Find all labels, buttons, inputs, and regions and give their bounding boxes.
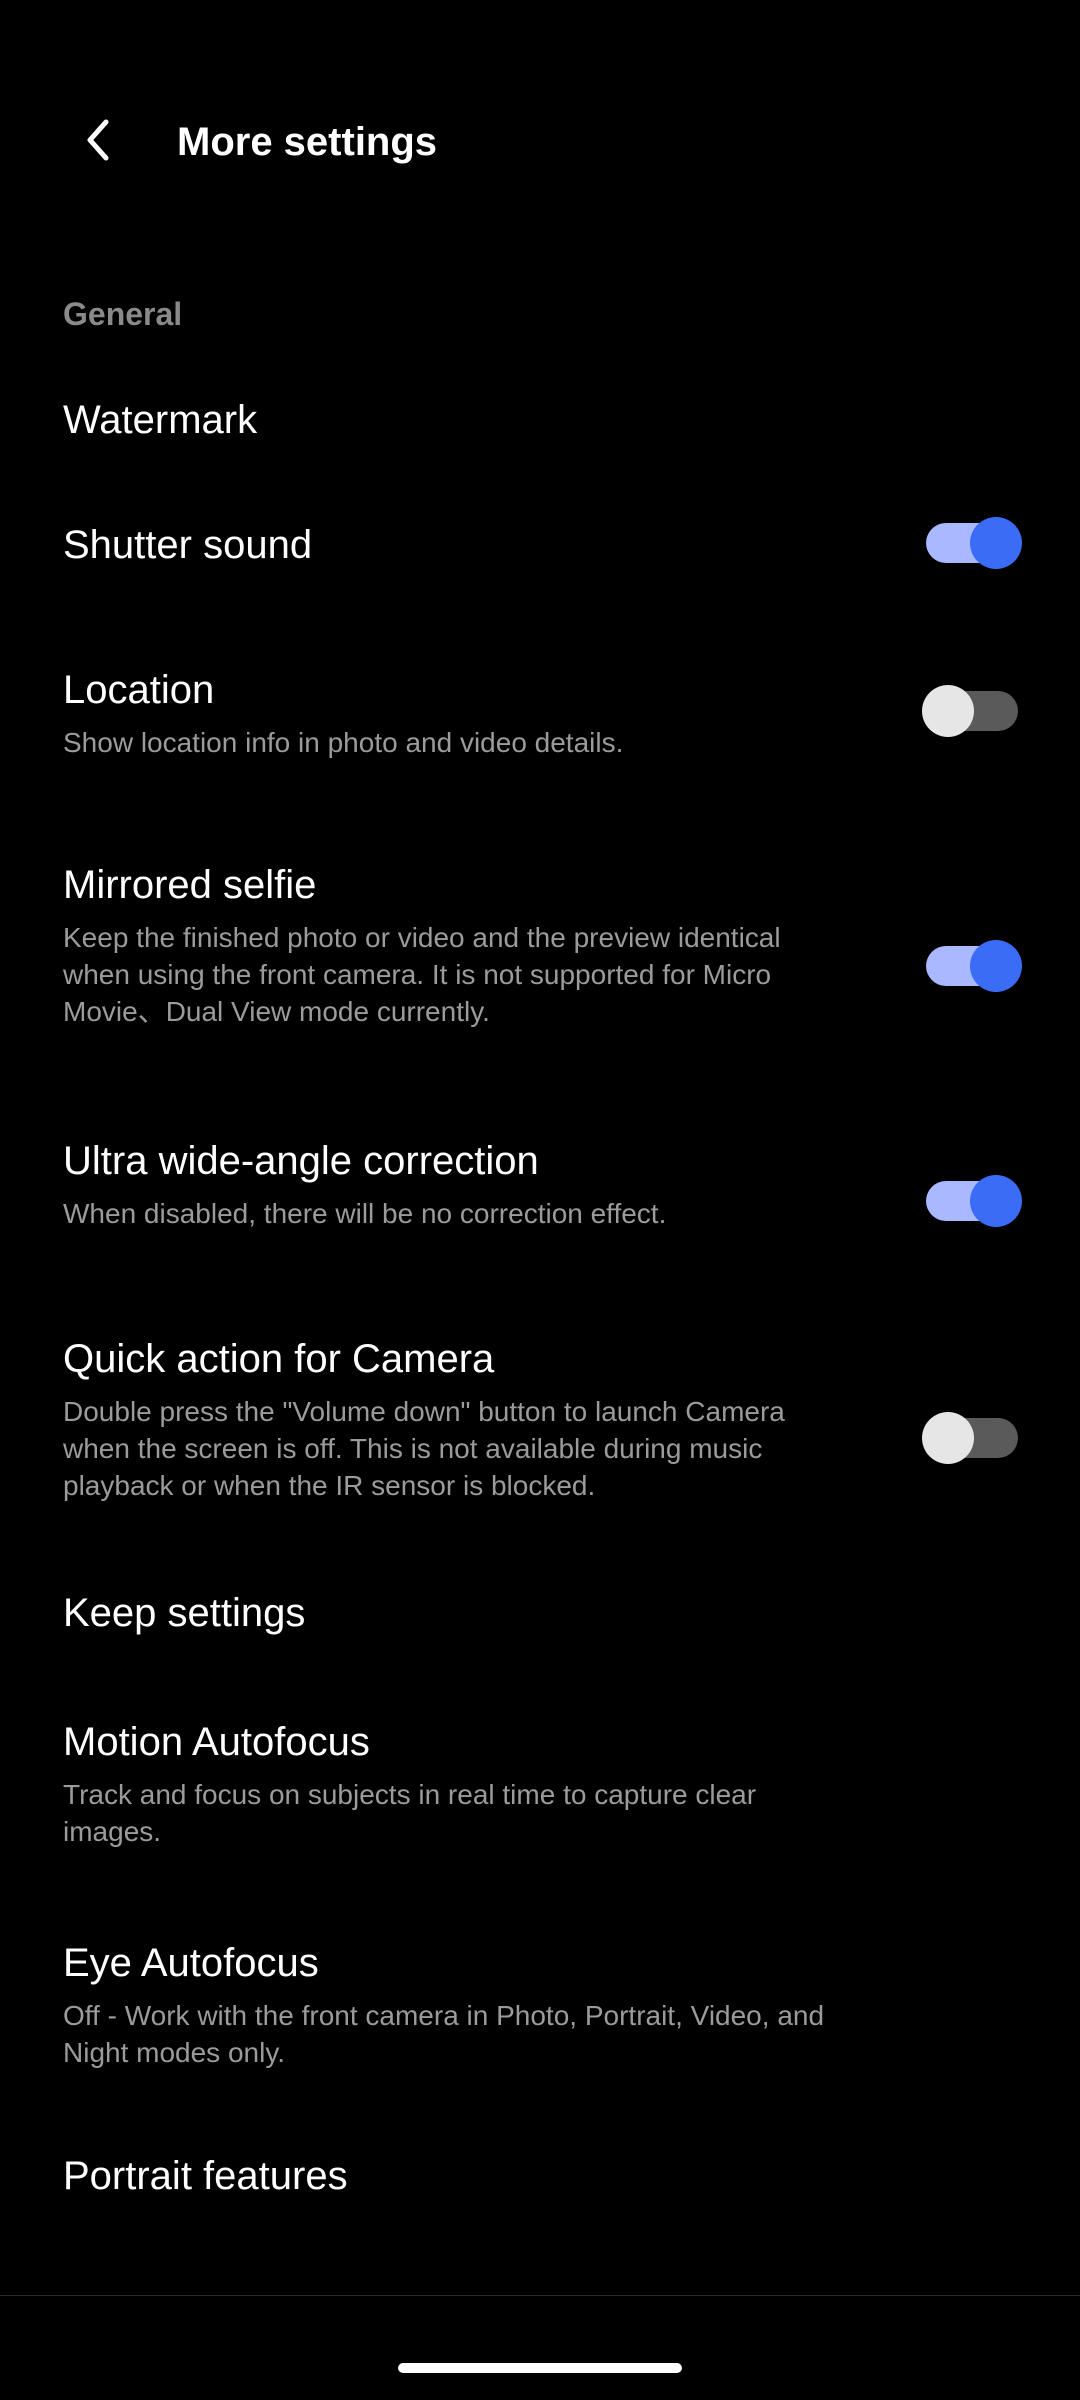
quick-action-item[interactable]: Quick action for Camera Double press the… <box>0 1319 1080 1519</box>
header: More settings <box>0 0 1080 230</box>
toggle-knob <box>970 940 1022 992</box>
quick-action-label: Quick action for Camera <box>63 1337 495 1381</box>
eye-autofocus-item[interactable]: Eye Autofocus Off - Work with the front … <box>0 1923 1080 2083</box>
page-title: More settings <box>177 120 438 164</box>
chevron-left-icon <box>87 119 109 161</box>
section-header-general: General <box>63 296 183 332</box>
home-indicator[interactable] <box>398 2363 682 2373</box>
motion-autofocus-description: Track and focus on subjects in real time… <box>63 1779 757 1847</box>
shutter-sound-label: Shutter sound <box>63 523 313 567</box>
location-item[interactable]: Location Show location info in photo and… <box>0 650 1080 780</box>
shutter-sound-item[interactable]: Shutter sound <box>0 505 1080 585</box>
portrait-features-item[interactable]: Portrait features <box>0 2136 1080 2216</box>
mirrored-selfie-label: Mirrored selfie <box>63 863 317 907</box>
watermark-label: Watermark <box>63 398 258 442</box>
quick-action-toggle[interactable] <box>922 1412 1018 1464</box>
mirrored-selfie-description: Keep the finished photo or video and the… <box>63 922 781 1027</box>
eye-autofocus-label: Eye Autofocus <box>63 1941 319 1985</box>
portrait-features-label: Portrait features <box>63 2154 348 2198</box>
keep-settings-item[interactable]: Keep settings <box>0 1573 1080 1653</box>
ultra-wide-correction-label: Ultra wide-angle correction <box>63 1139 539 1183</box>
toggle-knob <box>970 517 1022 569</box>
mirrored-selfie-toggle[interactable] <box>926 940 1022 992</box>
ultra-wide-correction-description: When disabled, there will be no correcti… <box>63 1198 667 1229</box>
keep-settings-label: Keep settings <box>63 1591 306 1635</box>
shutter-sound-toggle[interactable] <box>926 517 1022 569</box>
toggle-knob <box>970 1175 1022 1227</box>
eye-autofocus-description: Off - Work with the front camera in Phot… <box>63 2000 825 2068</box>
ultra-wide-correction-item[interactable]: Ultra wide-angle correction When disable… <box>0 1121 1080 1251</box>
motion-autofocus-item[interactable]: Motion Autofocus Track and focus on subj… <box>0 1702 1080 1862</box>
watermark-item[interactable]: Watermark <box>0 380 1080 460</box>
location-label: Location <box>63 668 215 712</box>
back-button[interactable] <box>62 104 134 176</box>
bottom-divider <box>0 2295 1080 2296</box>
mirrored-selfie-item[interactable]: Mirrored selfie Keep the finished photo … <box>0 845 1080 1045</box>
toggle-knob <box>922 685 974 737</box>
motion-autofocus-label: Motion Autofocus <box>63 1720 370 1764</box>
toggle-knob <box>922 1412 974 1464</box>
location-toggle[interactable] <box>922 685 1018 737</box>
location-description: Show location info in photo and video de… <box>63 727 624 758</box>
ultra-wide-correction-toggle[interactable] <box>926 1175 1022 1227</box>
quick-action-description: Double press the "Volume down" button to… <box>63 1396 785 1501</box>
